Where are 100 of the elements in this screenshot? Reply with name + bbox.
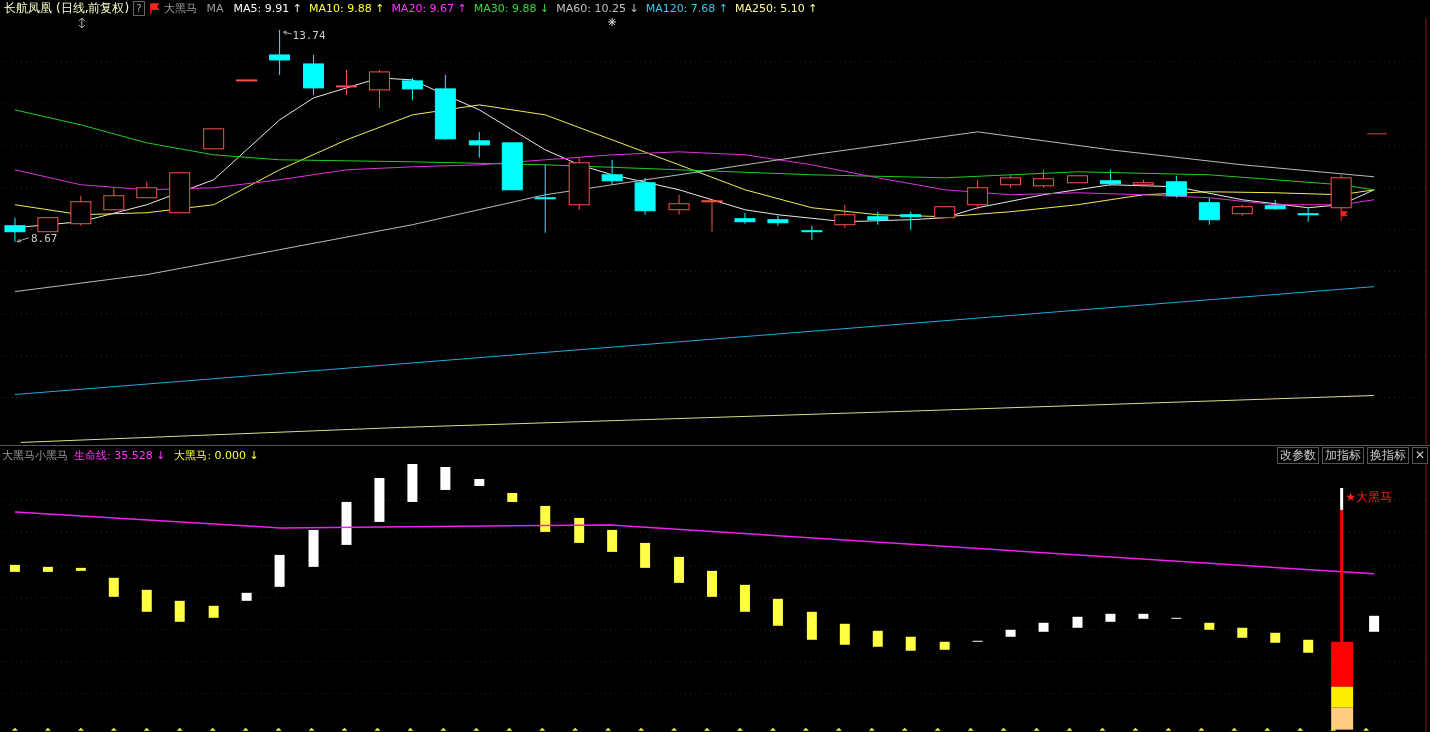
marker-icon (1165, 728, 1172, 731)
candlestick (336, 69, 357, 96)
indicator-bar (474, 479, 485, 487)
candlestick (900, 211, 922, 231)
close-button[interactable]: ✕ (1411, 446, 1428, 464)
indicator-value: 生命线: 35.528 ↓ (74, 447, 166, 463)
indicator-bar (308, 530, 319, 568)
updown-arrow-icon (78, 17, 86, 29)
marker-icon (1033, 728, 1040, 731)
candlestick (834, 204, 856, 229)
flag-icon (148, 3, 160, 15)
candlestick (401, 77, 423, 101)
ma-value: MA5: 9.91 ↑ (233, 2, 302, 16)
indicator-bar (1138, 614, 1149, 620)
marker-icon (275, 728, 282, 731)
indicator-bar (806, 612, 817, 641)
star-icon (607, 17, 617, 27)
ma-value: MA60: 10.25 ↓ (556, 2, 639, 16)
candlestick (269, 29, 291, 76)
marker-icon (440, 728, 447, 731)
marker-icon (176, 728, 183, 731)
marker-icon (572, 728, 579, 731)
indicator-bar (1105, 614, 1116, 623)
marker-icon (671, 728, 678, 731)
marker-icon (209, 728, 216, 731)
marker-icon (1132, 728, 1139, 731)
marker-icon (1000, 728, 1007, 731)
indicator-bar (208, 606, 219, 619)
indicator-bar (75, 568, 86, 572)
marker-icon (539, 728, 546, 731)
indicator-bar (640, 543, 651, 569)
marker-icon (1099, 728, 1106, 731)
candlestick (1000, 174, 1022, 189)
high-price-label: 13.74 (292, 28, 326, 42)
indicator-bar (141, 590, 152, 613)
indicator-bar (972, 641, 983, 643)
candlestick (801, 225, 823, 241)
indicator-bar (1072, 617, 1083, 629)
indicator-bar (607, 530, 618, 553)
marker-icon (407, 728, 414, 731)
indicator-bar (274, 555, 285, 588)
marker-icon (1198, 728, 1205, 731)
toolbar-button[interactable]: 换指标 (1366, 446, 1409, 464)
indicator-bar (839, 624, 850, 646)
marker-icon (341, 728, 348, 731)
ma-value: MA120: 7.68 ↑ (645, 2, 729, 16)
candlestick (136, 181, 158, 199)
flag-icon (1340, 211, 1348, 222)
marker-icon (473, 728, 480, 731)
candlestick (236, 79, 258, 82)
candlestick (70, 195, 92, 227)
marker-icon (934, 728, 941, 731)
indicator-bar (739, 585, 750, 613)
indicator-bar (1171, 618, 1182, 620)
stock-name: 长航凤凰 (4, 0, 52, 18)
ma-value: MA20: 9.67 ↑ (391, 2, 467, 16)
marker-icon (77, 728, 84, 731)
candlestick (501, 142, 523, 191)
marker-icon (242, 728, 249, 731)
marker-icon (1264, 728, 1271, 731)
toolbar-button[interactable]: 加指标 (1321, 446, 1364, 464)
candlestick (4, 217, 26, 243)
indicator-bar (9, 565, 20, 573)
indicator-bar (407, 464, 418, 503)
candlestick (1067, 175, 1088, 184)
indicator-bar (108, 578, 119, 598)
marker-icon (374, 728, 381, 731)
candlestick (203, 128, 225, 150)
candlestick (967, 179, 989, 211)
candlestick (1264, 199, 1286, 211)
marker-icon (736, 728, 743, 731)
candlestick (1330, 174, 1352, 213)
indicator-bar (872, 631, 883, 648)
help-button[interactable]: ? (133, 1, 145, 17)
candlestick (434, 74, 456, 141)
marker-icon (143, 728, 150, 731)
candlestick (1231, 204, 1253, 217)
candlestick (1165, 175, 1187, 199)
indicator-bar (1204, 623, 1215, 631)
candlestick (767, 215, 789, 227)
indicator-bar (1303, 640, 1314, 654)
low-price-label: 8.67 (30, 231, 58, 245)
marker-icon (11, 728, 18, 731)
candlestick (468, 131, 490, 159)
indicator-bar (574, 518, 585, 544)
indicator-bar (507, 493, 518, 503)
indicator-bar (440, 467, 451, 491)
indicator-panel-name: 大黑马小黑马 (2, 447, 68, 463)
indicator-bar (1270, 633, 1281, 644)
marker-icon (704, 728, 710, 731)
marker-icon (44, 728, 51, 731)
toolbar-button[interactable]: 改参数 (1276, 446, 1319, 464)
marker-icon (638, 728, 645, 731)
marker-icon (308, 728, 315, 731)
candlestick (867, 211, 889, 226)
marker-icon (901, 728, 908, 731)
candlestick (303, 54, 325, 96)
indicator-bar (42, 567, 53, 573)
candlestick (1100, 169, 1121, 187)
candlestick (1033, 169, 1055, 189)
